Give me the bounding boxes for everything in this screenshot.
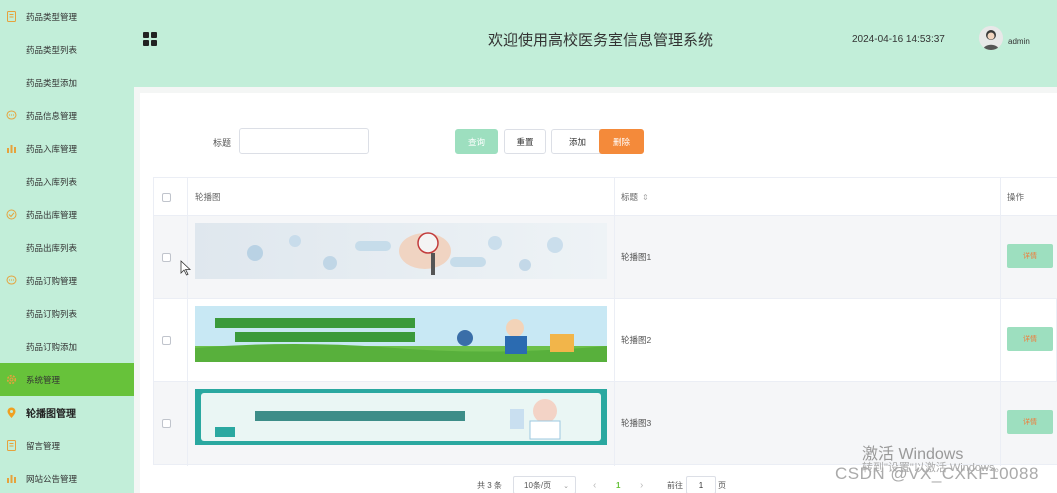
menu-label: 药品类型添加 — [26, 77, 78, 88]
goto-page-input[interactable] — [686, 476, 716, 493]
table-row: 轮播图1 详情 — [154, 216, 1057, 299]
row-checkbox[interactable] — [162, 418, 171, 428]
menu-label: 轮播图管理 — [26, 409, 76, 420]
bar-chart-icon — [5, 143, 17, 155]
mouse-cursor-icon — [180, 260, 192, 276]
table-header: 轮播图 标题 ⇕ 操作 — [154, 178, 1057, 216]
menu-drug-type-add[interactable]: 药品类型添加 — [0, 66, 134, 99]
menu-label: 药品出库管理 — [26, 209, 78, 220]
pagination-total: 共 3 条 — [477, 480, 502, 490]
column-title-label: 标题 — [621, 192, 639, 202]
chat-icon — [5, 110, 17, 122]
check-circle-icon — [5, 209, 17, 221]
detail-button[interactable]: 详情 — [1007, 410, 1053, 434]
table-row: 轮播图2 详情 — [154, 299, 1057, 382]
menu-drug-inbound-management[interactable]: 药品入库管理 — [0, 132, 134, 165]
menu-label: 药品订购管理 — [26, 275, 78, 286]
menu-drug-info-management[interactable]: 药品信息管理 — [0, 99, 134, 132]
menu-label: 药品订购添加 — [26, 341, 78, 352]
prev-page-button[interactable]: ‹ — [593, 476, 596, 493]
menu-system-management[interactable]: 系统管理 — [0, 363, 134, 396]
row-checkbox[interactable] — [162, 252, 171, 262]
username[interactable]: admin — [1008, 37, 1030, 46]
detail-button[interactable]: 详情 — [1007, 327, 1053, 351]
top-header: 欢迎使用高校医务室信息管理系统 2024-04-16 14:53:37 admi… — [134, 0, 1057, 87]
select-all-cell — [162, 178, 171, 216]
row-title: 轮播图1 — [621, 252, 652, 262]
chevron-down-icon: ⌄ — [563, 483, 569, 490]
column-header-action: 操作 — [1007, 192, 1025, 202]
title-search-input[interactable] — [239, 128, 369, 154]
menu-drug-type-management[interactable]: 药品类型管理 — [0, 0, 134, 33]
page-size-value: 10条/页 — [524, 480, 552, 490]
column-header-title[interactable]: 标题 ⇕ — [621, 178, 649, 216]
menu-label: 系统管理 — [26, 374, 61, 385]
csdn-watermark: CSDN @VX_CXKF10088 — [835, 464, 1039, 483]
menu-toggle-icon[interactable] — [143, 32, 157, 46]
menu-label: 药品入库列表 — [26, 176, 78, 187]
column-header-image: 轮播图 — [195, 192, 221, 202]
menu-drug-order-add[interactable]: 药品订购添加 — [0, 330, 134, 363]
menu-carousel-management[interactable]: 轮播图管理 — [0, 396, 134, 429]
sort-icon[interactable]: ⇕ — [642, 193, 649, 202]
document-icon — [5, 11, 17, 23]
menu-label: 药品订购列表 — [26, 308, 78, 319]
menu-label: 药品信息管理 — [26, 110, 78, 121]
reset-button[interactable]: 重置 — [504, 129, 546, 154]
carousel-image-3 — [195, 389, 607, 445]
row-checkbox[interactable] — [162, 335, 171, 345]
page-number-current[interactable]: 1 — [616, 476, 620, 493]
next-page-button[interactable]: › — [640, 476, 643, 493]
goto-label: 前往 — [667, 480, 683, 490]
current-datetime: 2024-04-16 14:53:37 — [852, 34, 945, 45]
menu-drug-order-management[interactable]: 药品订购管理 — [0, 264, 134, 297]
add-button[interactable]: 添加 — [551, 129, 604, 154]
menu-label: 药品类型列表 — [26, 44, 78, 55]
menu-announcement-management[interactable]: 网站公告管理 — [0, 462, 134, 493]
menu-label: 药品入库管理 — [26, 143, 78, 154]
menu-drug-inbound-list[interactable]: 药品入库列表 — [0, 165, 134, 198]
menu-label: 网站公告管理 — [26, 473, 78, 484]
carousel-image-1 — [195, 223, 607, 279]
sidebar: 药品类型管理 药品类型列表 药品类型添加 药品信息管理 药品入库管理 药品入库列… — [0, 0, 134, 493]
location-pin-icon — [5, 407, 17, 419]
select-all-checkbox[interactable] — [162, 192, 171, 202]
page-size-select[interactable]: 10条/页 ⌄ — [513, 476, 576, 493]
system-title: 欢迎使用高校医务室信息管理系统 — [488, 32, 714, 49]
carousel-image-2 — [195, 306, 607, 362]
document-icon — [5, 440, 17, 452]
page-suffix: 页 — [718, 480, 726, 490]
chat-icon — [5, 275, 17, 287]
menu-drug-order-list[interactable]: 药品订购列表 — [0, 297, 134, 330]
delete-button[interactable]: 删除 — [599, 129, 644, 154]
menu-label: 药品出库列表 — [26, 242, 78, 253]
row-title: 轮播图2 — [621, 335, 652, 345]
main-content: 标题 查询 重置 添加 删除 轮播图 标题 ⇕ 操作 轮播图1 详情 轮播图2 … — [140, 93, 1057, 493]
detail-button[interactable]: 详情 — [1007, 244, 1053, 268]
menu-label: 留言管理 — [26, 440, 61, 451]
avatar[interactable] — [979, 26, 1003, 50]
menu-drug-outbound-management[interactable]: 药品出库管理 — [0, 198, 134, 231]
gear-icon — [5, 374, 17, 386]
menu-drug-outbound-list[interactable]: 药品出库列表 — [0, 231, 134, 264]
title-search-label: 标题 — [213, 138, 232, 148]
row-title: 轮播图3 — [621, 418, 652, 428]
query-button[interactable]: 查询 — [455, 129, 498, 154]
menu-label: 药品类型管理 — [26, 11, 78, 22]
menu-drug-type-list[interactable]: 药品类型列表 — [0, 33, 134, 66]
menu-message-management[interactable]: 留言管理 — [0, 429, 134, 462]
bar-chart-icon — [5, 473, 17, 485]
carousel-table: 轮播图 标题 ⇕ 操作 轮播图1 详情 轮播图2 详情 轮播图3 详情 — [153, 177, 1057, 466]
